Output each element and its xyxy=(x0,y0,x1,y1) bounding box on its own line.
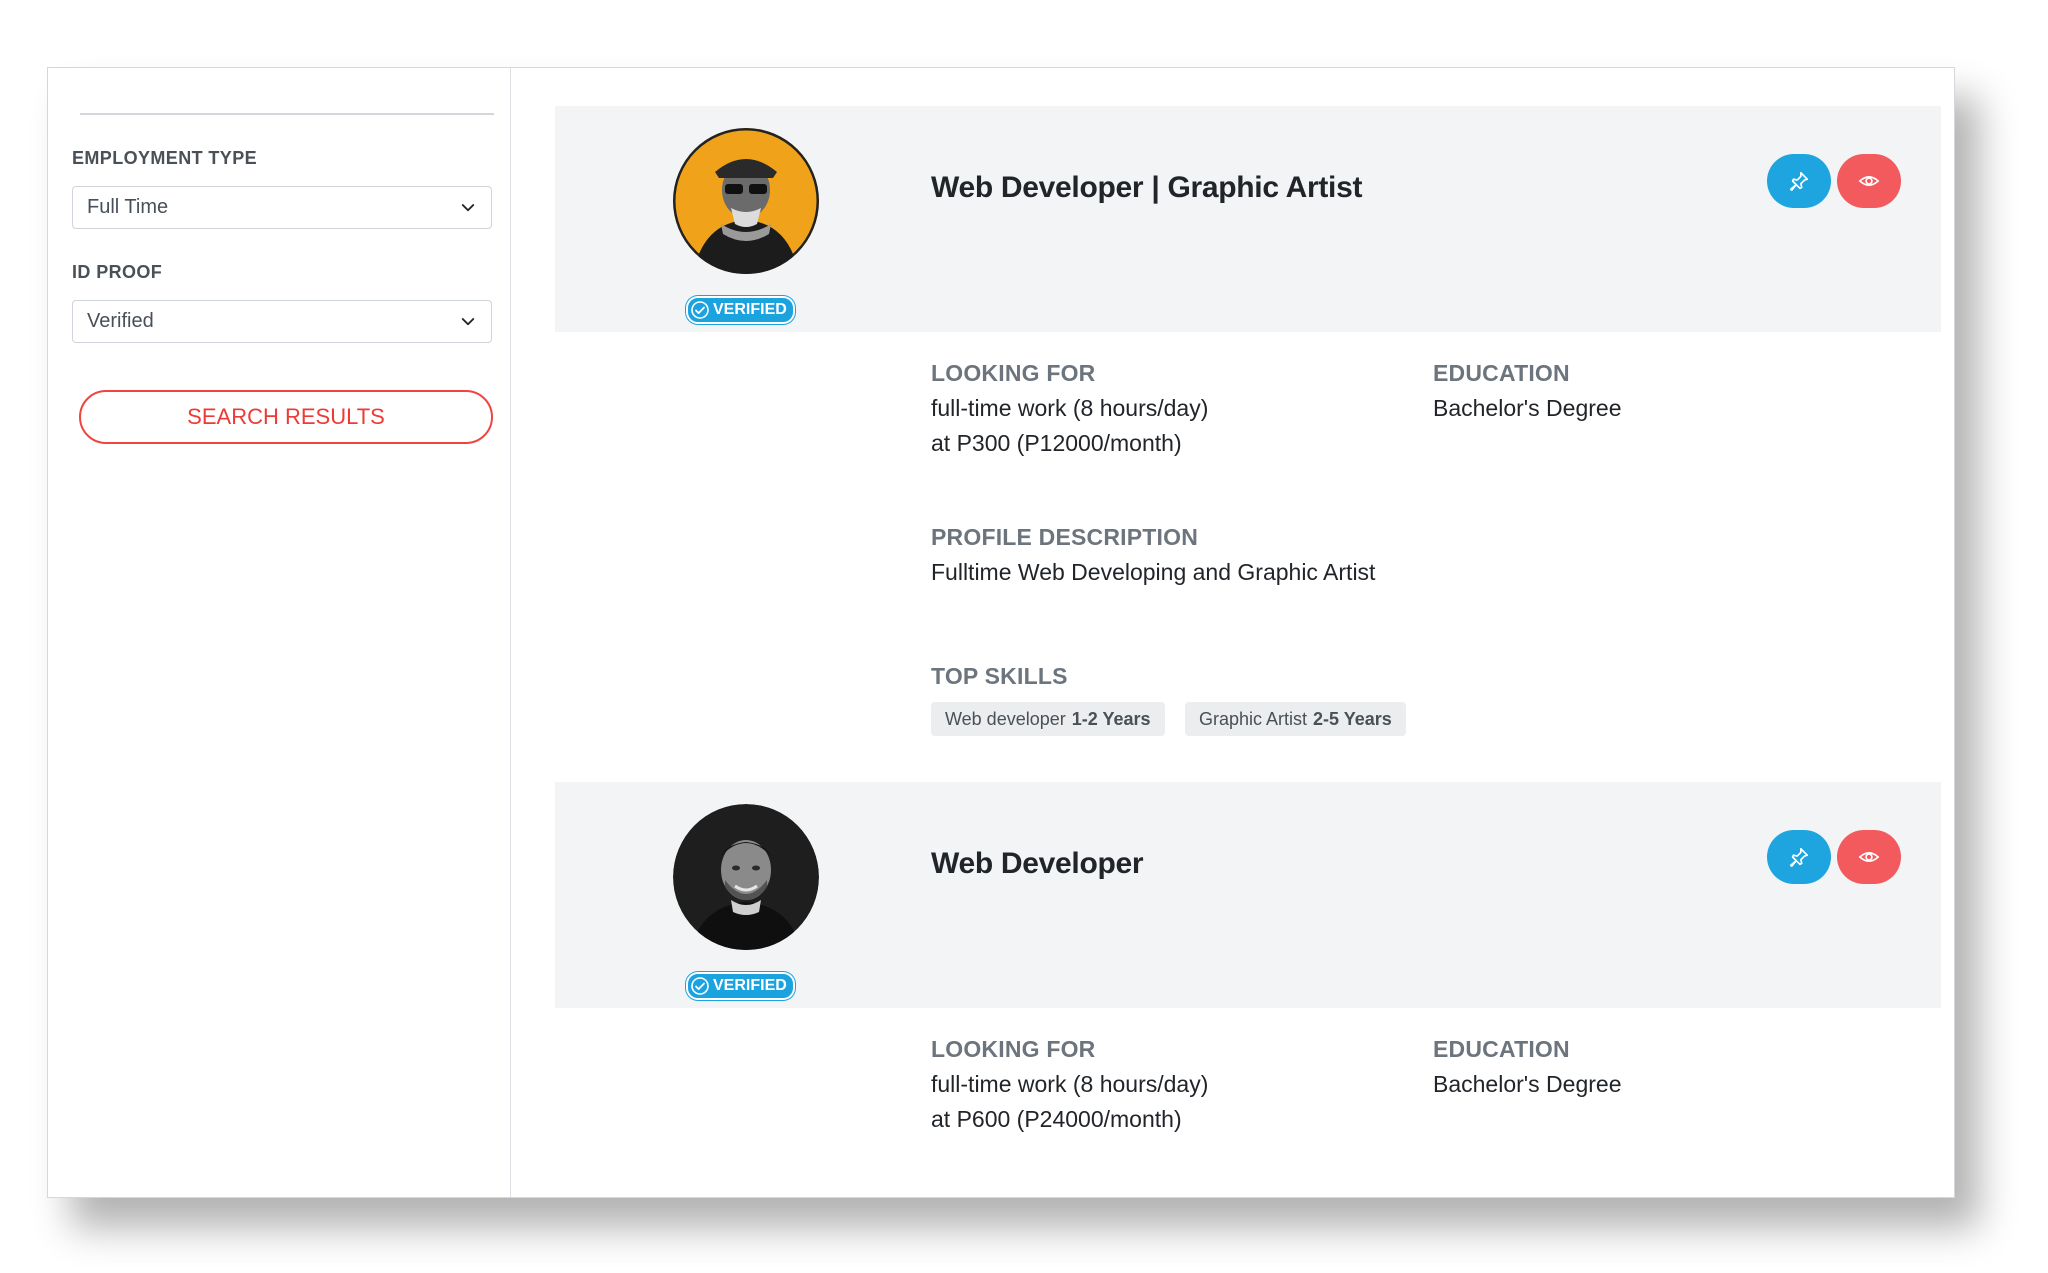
verified-label: VERIFIED xyxy=(713,977,787,994)
top-skills-label: TOP SKILLS xyxy=(931,663,1068,689)
verified-label: VERIFIED xyxy=(713,301,787,318)
employment-type-label: EMPLOYMENT TYPE xyxy=(72,148,258,168)
avatar[interactable] xyxy=(673,128,819,274)
results-panel: VERIFIED Web Developer | Graphic Artist … xyxy=(511,68,1954,1197)
result-card-header: VERIFIED Web Developer | Graphic Artist xyxy=(555,106,1941,332)
education-value: Bachelor's Degree xyxy=(1433,395,1622,421)
profile-description-label: PROFILE DESCRIPTION xyxy=(931,524,1199,550)
employment-type-value: Full Time xyxy=(87,196,169,218)
chevron-down-icon xyxy=(461,317,475,325)
verified-badge: VERIFIED xyxy=(686,296,795,324)
employment-type-select[interactable]: Full Time xyxy=(72,186,492,229)
search-results-button[interactable]: SEARCH RESULTS xyxy=(79,390,493,444)
check-circle-icon xyxy=(691,301,709,319)
result-card-header: VERIFIED Web Developer xyxy=(555,782,1941,1008)
skill-name: Web developer xyxy=(945,708,1066,729)
education-value: Bachelor's Degree xyxy=(1433,1071,1622,1097)
divider xyxy=(80,113,494,115)
skills-list: Web developer 1-2 Years Graphic Artist 2… xyxy=(931,702,1431,736)
looking-for-hours: full-time work (8 hours/day) xyxy=(931,1071,1209,1097)
education-label: EDUCATION xyxy=(1433,360,1570,386)
eye-icon xyxy=(1858,176,1880,186)
verified-badge: VERIFIED xyxy=(686,972,795,1000)
looking-for-rate: at P300 (P12000/month) xyxy=(931,430,1182,456)
chevron-down-icon xyxy=(461,203,475,211)
filter-sidebar: EMPLOYMENT TYPE Full Time ID PROOF Verif… xyxy=(48,68,511,1197)
pin-icon xyxy=(1789,171,1809,191)
looking-for-rate: at P600 (P24000/month) xyxy=(931,1106,1182,1132)
id-proof-label: ID PROOF xyxy=(72,262,163,282)
skill-tag: Web developer 1-2 Years xyxy=(931,702,1165,736)
job-title[interactable]: Web Developer xyxy=(931,847,1144,881)
job-title[interactable]: Web Developer | Graphic Artist xyxy=(931,171,1362,205)
looking-for-value: full-time work (8 hours/day) at P600 (P2… xyxy=(931,1067,1208,1137)
looking-for-label: LOOKING FOR xyxy=(931,1036,1096,1062)
skill-tag: Graphic Artist 2-5 Years xyxy=(1185,702,1406,736)
app-window: EMPLOYMENT TYPE Full Time ID PROOF Verif… xyxy=(47,67,1955,1198)
id-proof-value: Verified xyxy=(87,310,154,332)
eye-icon xyxy=(1858,852,1880,862)
pin-button[interactable] xyxy=(1767,830,1831,884)
skill-years: 1-2 Years xyxy=(1071,708,1151,729)
looking-for-hours: full-time work (8 hours/day) xyxy=(931,395,1209,421)
check-circle-icon xyxy=(691,977,709,995)
view-profile-button[interactable] xyxy=(1837,830,1901,884)
id-proof-select[interactable]: Verified xyxy=(72,300,492,343)
pin-icon xyxy=(1789,847,1809,867)
pin-button[interactable] xyxy=(1767,154,1831,208)
view-profile-button[interactable] xyxy=(1837,154,1901,208)
education-label: EDUCATION xyxy=(1433,1036,1570,1062)
avatar[interactable] xyxy=(673,804,819,950)
skill-years: 2-5 Years xyxy=(1313,708,1392,729)
looking-for-label: LOOKING FOR xyxy=(931,360,1096,386)
skill-name: Graphic Artist xyxy=(1199,708,1308,729)
looking-for-value: full-time work (8 hours/day) at P300 (P1… xyxy=(931,391,1208,461)
profile-description-value: Fulltime Web Developing and Graphic Arti… xyxy=(931,559,1376,585)
